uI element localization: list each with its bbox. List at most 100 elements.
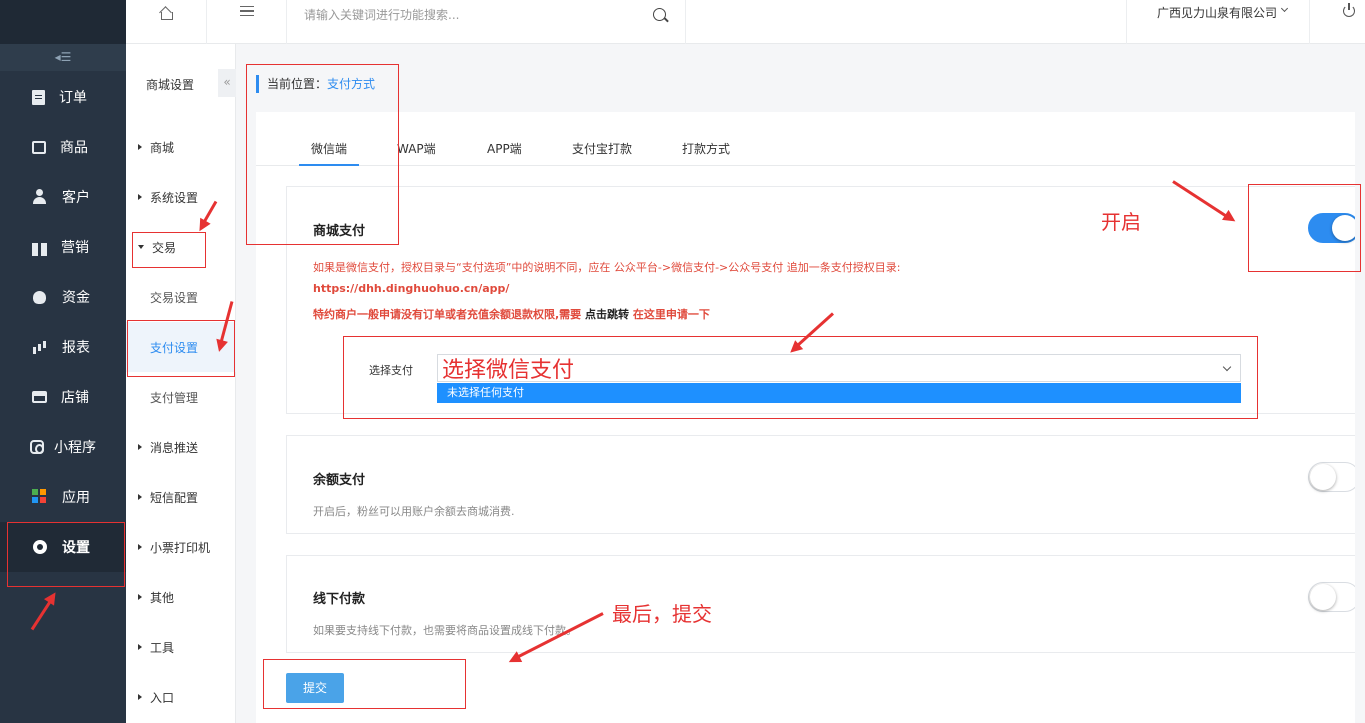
bag-icon bbox=[32, 140, 46, 154]
payment-tabs: 微信端 WAP端 APP端 支付宝打款 打款方式 bbox=[256, 128, 1365, 166]
top-bar: 广西见力山泉有限公司 bbox=[126, 0, 1365, 44]
wechat-directory-note: 如果是微信支付，授权目录与“支付选项”中的说明不同，应在 公众平台->微信支付-… bbox=[313, 261, 901, 274]
caret-right-icon bbox=[138, 644, 142, 650]
annotation-box-toggle bbox=[1248, 184, 1361, 272]
sidebar-item-customers[interactable]: 客户 bbox=[0, 172, 126, 222]
balance-payment-card: 余额支付 开启后，粉丝可以用账户余额去商城消费. bbox=[286, 435, 1365, 534]
tab-wap[interactable]: WAP端 bbox=[397, 140, 436, 166]
annotation-box-submit bbox=[263, 659, 466, 709]
tab-alipay-payout[interactable]: 支付宝打款 bbox=[572, 140, 632, 166]
sidebar-item-label: 小程序 bbox=[54, 440, 96, 456]
hamburger-menu-icon bbox=[240, 6, 254, 16]
special-merchant-note: 特约商户一般申请没有订单或者充值余额退款权限,需要 点击跳转 在这里申请一下 bbox=[313, 306, 710, 322]
caret-right-icon bbox=[138, 444, 142, 450]
sidebar-item-products[interactable]: 商品 bbox=[0, 122, 126, 172]
money-bag-icon bbox=[32, 289, 48, 305]
settings-subnav: 商城设置 « 商城 系统设置 交易 交易设置 支付设置 支付管理 消息推送 短信… bbox=[126, 44, 236, 723]
offline-payment-title: 线下付款 bbox=[313, 592, 366, 607]
sidebar-item-funds[interactable]: 资金 bbox=[0, 272, 126, 322]
sidebar-item-label: 订单 bbox=[59, 90, 87, 106]
sidebar-item-label: 商品 bbox=[60, 140, 88, 156]
subnav-item-label: 入口 bbox=[150, 690, 175, 705]
caret-right-icon bbox=[138, 194, 142, 200]
sidebar-item-label: 报表 bbox=[62, 340, 90, 356]
subnav-collapse-button[interactable]: « bbox=[218, 69, 236, 97]
subnav-item-label: 小票打印机 bbox=[150, 540, 211, 555]
subnav-item-trade-settings[interactable]: 交易设置 bbox=[126, 272, 236, 322]
offline-payment-toggle[interactable] bbox=[1308, 582, 1360, 612]
sidebar-logo-area bbox=[0, 0, 126, 44]
sidebar-item-mini-program[interactable]: 小程序 bbox=[0, 422, 126, 472]
subnav-item-entry[interactable]: 入口 bbox=[126, 672, 236, 722]
subnav-item-label: 工具 bbox=[150, 640, 175, 655]
sidebar-item-apps[interactable]: 应用 bbox=[0, 472, 126, 522]
annotation-box-breadcrumb bbox=[246, 64, 399, 245]
annotation-choose-wechat: 选择微信支付 bbox=[442, 358, 575, 383]
company-dropdown[interactable]: 广西见力山泉有限公司 bbox=[1126, 0, 1310, 44]
chevron-down-icon bbox=[1280, 4, 1289, 13]
subnav-item-label: 支付管理 bbox=[150, 390, 199, 405]
sidebar-item-marketing[interactable]: 营销 bbox=[0, 222, 126, 272]
sidebar-item-label: 应用 bbox=[62, 490, 90, 506]
sidebar-item-shop[interactable]: 店铺 bbox=[0, 372, 126, 422]
caret-right-icon bbox=[138, 694, 142, 700]
shop-icon bbox=[32, 391, 47, 403]
sidebar-item-reports[interactable]: 报表 bbox=[0, 322, 126, 372]
caret-right-icon bbox=[138, 544, 142, 550]
caret-right-icon bbox=[138, 594, 142, 600]
annotation-box-trade bbox=[132, 232, 206, 268]
sidebar-item-label: 资金 bbox=[62, 290, 90, 306]
offline-payment-desc: 如果要支持线下付款，也需要将商品设置成线下付款。 bbox=[313, 624, 577, 637]
subnav-item-label: 其他 bbox=[150, 590, 175, 605]
tab-app[interactable]: APP端 bbox=[487, 140, 522, 166]
sidebar-item-label: 客户 bbox=[62, 190, 90, 206]
power-icon[interactable] bbox=[1343, 3, 1355, 17]
apps-grid-icon bbox=[32, 489, 48, 505]
sidebar-collapse-button[interactable]: ◂☰ bbox=[0, 44, 126, 71]
annotation-box-settings bbox=[7, 522, 125, 587]
tab-payout-method[interactable]: 打款方式 bbox=[682, 140, 730, 166]
topbar-divider bbox=[685, 0, 686, 44]
user-icon bbox=[32, 189, 48, 205]
company-name: 广西见力山泉有限公司 bbox=[1157, 6, 1278, 20]
caret-right-icon bbox=[138, 494, 142, 500]
search-icon[interactable] bbox=[653, 8, 666, 21]
scrollbar-track[interactable] bbox=[1355, 44, 1365, 723]
main-sidebar: ◂☰ 订单 商品 客户 营销 资金 报表 店铺 小程序 应用 设置 bbox=[0, 0, 126, 723]
balance-payment-desc: 开启后，粉丝可以用账户余额去商城消费. bbox=[313, 505, 515, 518]
sidebar-item-label: 营销 bbox=[61, 240, 89, 256]
subnav-item-label: 交易设置 bbox=[150, 290, 199, 305]
apply-here-link[interactable]: 在这里申请一下 bbox=[633, 308, 710, 321]
gift-icon bbox=[32, 242, 47, 256]
subnav-item-receipt-printer[interactable]: 小票打印机 bbox=[126, 522, 236, 572]
caret-right-icon bbox=[138, 144, 142, 150]
bar-chart-icon bbox=[32, 339, 48, 355]
annotation-finally-submit: 最后，提交 bbox=[612, 602, 712, 626]
subnav-item-message-push[interactable]: 消息推送 bbox=[126, 422, 236, 472]
search-input[interactable] bbox=[304, 6, 644, 24]
offline-payment-card: 线下付款 如果要支持线下付款，也需要将商品设置成线下付款。 bbox=[286, 555, 1365, 653]
balance-payment-toggle[interactable] bbox=[1308, 462, 1360, 492]
authorization-url: https://dhh.dinghuohuo.cn/app/ bbox=[313, 282, 510, 295]
menu-toggle-button[interactable] bbox=[207, 0, 287, 44]
subnav-item-sms-config[interactable]: 短信配置 bbox=[126, 472, 236, 522]
home-button[interactable] bbox=[126, 0, 207, 44]
subnav-item-mall[interactable]: 商城 bbox=[126, 122, 236, 172]
subnav-item-payment-management[interactable]: 支付管理 bbox=[126, 372, 236, 422]
mini-program-icon bbox=[30, 440, 44, 454]
annotation-open: 开启 bbox=[1101, 210, 1141, 234]
subnav-item-label: 商城 bbox=[150, 140, 175, 155]
special-merchant-note-text: 特约商户一般申请没有订单或者充值余额退款权限,需要 bbox=[313, 308, 582, 321]
subnav-item-tools[interactable]: 工具 bbox=[126, 622, 236, 672]
balance-payment-title: 余额支付 bbox=[313, 473, 366, 488]
sidebar-item-orders[interactable]: 订单 bbox=[0, 72, 126, 122]
subnav-item-label: 消息推送 bbox=[150, 440, 199, 455]
subnav-item-other[interactable]: 其他 bbox=[126, 572, 236, 622]
sidebar-item-label: 店铺 bbox=[61, 390, 89, 406]
subnav-title: 商城设置 bbox=[146, 78, 195, 92]
subnav-item-label: 系统设置 bbox=[150, 190, 199, 205]
subnav-item-system-settings[interactable]: 系统设置 bbox=[126, 172, 236, 222]
document-icon bbox=[32, 89, 45, 105]
jump-link[interactable]: 点击跳转 bbox=[585, 308, 629, 321]
subnav-item-label: 短信配置 bbox=[150, 490, 199, 505]
